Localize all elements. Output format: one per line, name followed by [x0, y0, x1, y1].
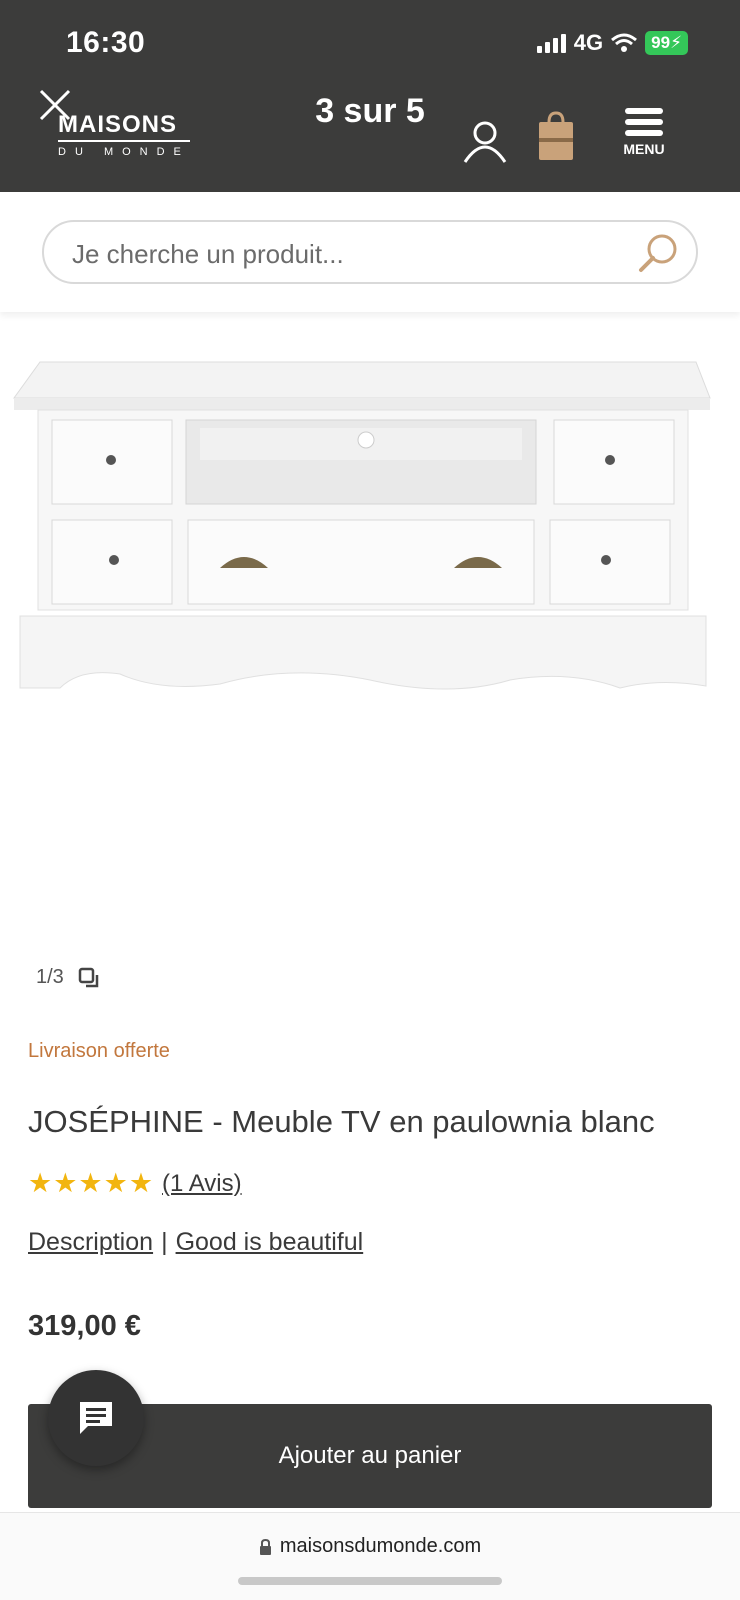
product-title: JOSÉPHINE - Meuble TV en paulownia blanc: [28, 1104, 655, 1139]
gallery-counter[interactable]: 1/3: [36, 966, 100, 989]
brand-logo[interactable]: MAISONS DU MONDE: [58, 112, 190, 158]
search-input[interactable]: Je cherche un produit...: [42, 220, 698, 284]
lock-icon: [259, 1538, 271, 1555]
status-time: 16:30: [66, 26, 146, 59]
product-price: 319,00 €: [28, 1310, 141, 1342]
menu-label: MENU: [623, 141, 665, 157]
reviews-link[interactable]: (1 Avis): [162, 1170, 242, 1198]
product-image[interactable]: [10, 358, 726, 708]
browser-url-bar: maisonsdumonde.com: [0, 1512, 740, 1600]
menu-button[interactable]: MENU: [620, 108, 668, 157]
product-links: Description | Good is beautiful: [28, 1228, 363, 1257]
app-header: 16:30 4G 99⚡ MAISONS DU MONDE 3 sur 5 ME…: [0, 0, 740, 192]
battery-indicator: 99⚡: [645, 31, 688, 55]
chat-button[interactable]: [48, 1370, 144, 1466]
good-is-beautiful-link[interactable]: Good is beautiful: [176, 1228, 364, 1256]
gallery-counter-text: 1/3: [36, 966, 64, 988]
menu-icon: [625, 108, 663, 136]
search-icon[interactable]: [636, 230, 682, 276]
chat-icon: [80, 1402, 112, 1434]
url-display[interactable]: maisonsdumonde.com: [0, 1535, 740, 1558]
search-placeholder: Je cherche un produit...: [72, 239, 344, 269]
wifi-icon: [611, 33, 638, 52]
status-indicators: 4G 99⚡: [536, 30, 688, 56]
logo-sub-text: DU MONDE: [58, 140, 190, 158]
product-rating: ★★★★★ (1 Avis): [28, 1168, 242, 1199]
links-separator: |: [161, 1228, 168, 1256]
signal-icon: [536, 33, 566, 53]
search-bar-area: Je cherche un produit...: [0, 192, 740, 312]
gallery-icon: [78, 967, 99, 987]
network-label: 4G: [573, 30, 604, 55]
description-link[interactable]: Description: [28, 1228, 153, 1256]
star-rating: ★★★★★: [28, 1168, 155, 1198]
account-icon[interactable]: [462, 118, 508, 164]
url-text: maisonsdumonde.com: [279, 1535, 482, 1557]
shopping-bag-icon[interactable]: [536, 110, 576, 162]
logo-main-text: MAISONS: [58, 111, 178, 138]
home-indicator[interactable]: [238, 1577, 502, 1585]
delivery-badge: Livraison offerte: [28, 1040, 170, 1062]
